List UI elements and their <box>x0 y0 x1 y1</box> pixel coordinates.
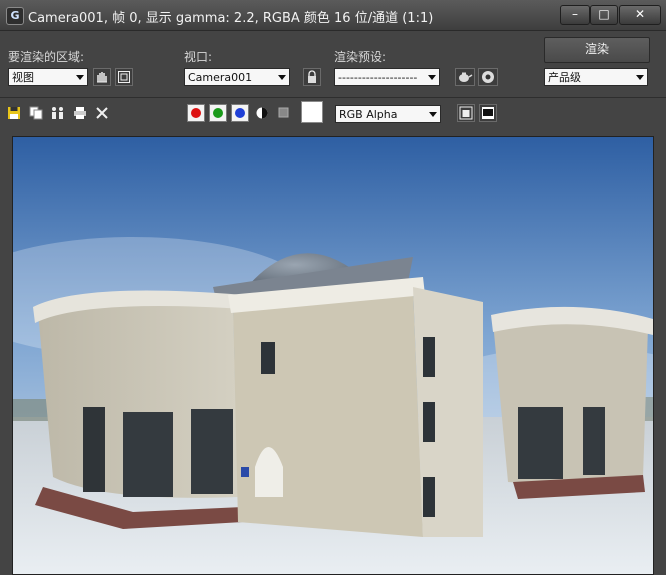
region-icon <box>97 72 107 83</box>
chevron-down-icon <box>76 75 84 80</box>
region-button[interactable] <box>93 68 111 86</box>
red-channel-toggle[interactable] <box>187 104 205 122</box>
blue-channel-toggle[interactable] <box>231 104 249 122</box>
environment-icon <box>482 71 494 83</box>
crop-icon <box>118 71 130 83</box>
chevron-down-icon <box>429 112 437 117</box>
area-dropdown-value: 视图 <box>12 71 34 84</box>
clone-button[interactable] <box>50 105 66 121</box>
background-color-swatch[interactable] <box>301 101 323 123</box>
image-window-icon <box>459 106 473 120</box>
preset-dropdown[interactable]: -------------------- <box>334 68 440 86</box>
quality-dropdown-value: 产品级 <box>548 71 581 84</box>
viewport-label: 视口: <box>184 50 213 64</box>
frame-buffer-icon <box>482 107 494 119</box>
monochrome-toggle[interactable] <box>276 105 292 121</box>
rendered-frame-window: G Camera001, 帧 0, 显示 gamma: 2.2, RGBA 颜色… <box>0 0 666 575</box>
viewport-dropdown[interactable]: Camera001 <box>184 68 290 86</box>
copy-icon <box>29 106 43 120</box>
save-icon <box>8 107 20 119</box>
image-window-button[interactable] <box>457 104 475 122</box>
lock-icon <box>308 70 316 83</box>
crop-button[interactable] <box>115 68 133 86</box>
rendered-building-image <box>13 137 653 574</box>
area-label: 要渲染的区域: <box>8 50 85 64</box>
print-button[interactable] <box>72 105 88 121</box>
monochrome-icon <box>256 107 268 119</box>
green-channel-toggle[interactable] <box>209 104 227 122</box>
frame-buffer-button[interactable] <box>479 104 497 122</box>
print-icon <box>74 107 86 119</box>
blue-dot-icon <box>235 108 245 118</box>
lock-button[interactable] <box>303 68 321 86</box>
alpha-toggle[interactable] <box>254 105 270 121</box>
window-title: Camera001, 帧 0, 显示 gamma: 2.2, RGBA 颜色 1… <box>28 11 434 26</box>
clone-icon <box>52 107 63 119</box>
save-button[interactable] <box>6 105 22 121</box>
clear-button[interactable] <box>94 105 110 121</box>
maximize-button[interactable]: □ <box>590 5 618 25</box>
preset-label: 渲染预设: <box>334 50 387 64</box>
render-setup-button[interactable] <box>455 68 475 86</box>
toolbar-separator <box>0 97 666 98</box>
teapot-render-icon <box>459 72 473 82</box>
channel-display-dropdown[interactable]: RGB Alpha <box>335 105 441 123</box>
preset-dropdown-value: -------------------- <box>338 71 418 84</box>
chevron-down-icon <box>636 75 644 80</box>
display-channel-icon <box>278 107 289 118</box>
green-dot-icon <box>213 108 223 118</box>
title-bar: G Camera001, 帧 0, 显示 gamma: 2.2, RGBA 颜色… <box>0 0 666 31</box>
render-button[interactable]: 渲染 <box>544 37 650 63</box>
viewport-dropdown-value: Camera001 <box>188 71 253 84</box>
clear-icon <box>96 107 108 119</box>
copy-button[interactable] <box>28 105 44 121</box>
quality-dropdown[interactable]: 产品级 <box>544 68 648 86</box>
environment-button[interactable] <box>478 68 498 86</box>
channel-display-value: RGB Alpha <box>339 108 398 121</box>
area-dropdown[interactable]: 视图 <box>8 68 88 86</box>
render-viewport[interactable] <box>12 136 654 575</box>
chevron-down-icon <box>428 75 436 80</box>
minimize-button[interactable]: – <box>560 5 590 25</box>
app-icon: G <box>6 7 24 25</box>
chevron-down-icon <box>278 75 286 80</box>
red-dot-icon <box>191 108 201 118</box>
close-button[interactable]: ✕ <box>619 5 661 25</box>
